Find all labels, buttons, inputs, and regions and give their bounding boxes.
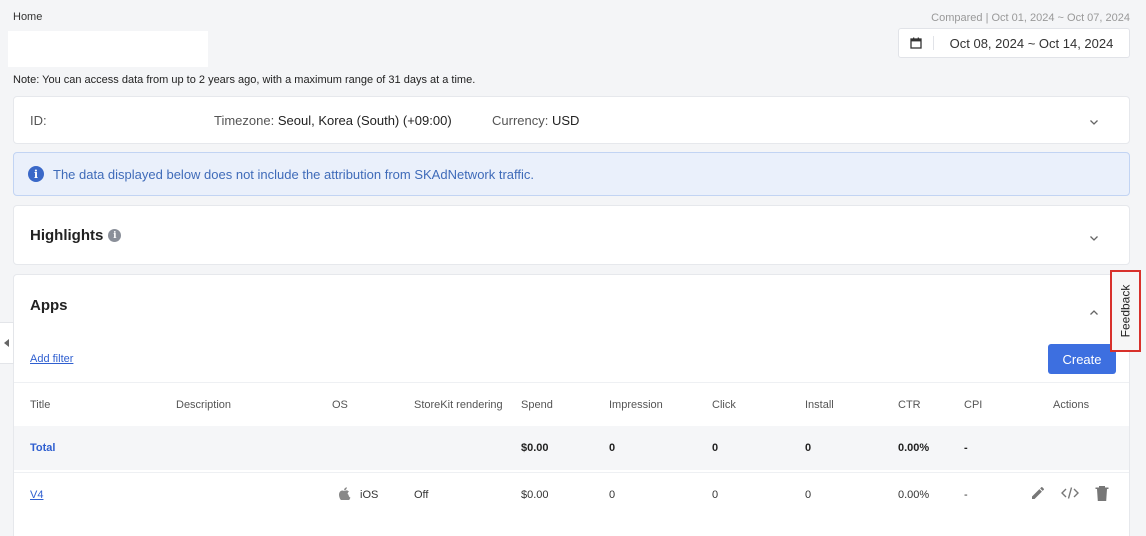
column-header-os[interactable]: OS bbox=[332, 383, 348, 426]
total-spend: $0.00 bbox=[521, 442, 549, 454]
highlights-title: Highlights i bbox=[30, 227, 122, 244]
total-ctr: 0.00% bbox=[898, 442, 930, 454]
total-install: 0 bbox=[805, 442, 812, 454]
add-filter-link[interactable]: Add filter bbox=[30, 353, 73, 365]
total-title: Total bbox=[30, 442, 56, 454]
column-header-spend[interactable]: Spend bbox=[521, 383, 553, 426]
app-cpi: - bbox=[964, 488, 968, 501]
total-cpi: - bbox=[964, 442, 968, 454]
highlights-title-text: Highlights bbox=[30, 227, 104, 244]
sidebar-toggle[interactable] bbox=[0, 322, 14, 364]
timezone: Timezone: Seoul, Korea (South) (+09:00) bbox=[214, 113, 492, 128]
edit-icon[interactable] bbox=[1030, 485, 1046, 504]
column-header-description[interactable]: Description bbox=[176, 383, 231, 426]
column-header-actions: Actions bbox=[1053, 398, 1090, 411]
app-ctr: 0.00% bbox=[898, 488, 930, 501]
app-install: 0 bbox=[805, 488, 812, 501]
column-header-storekit[interactable]: StoreKit rendering bbox=[414, 383, 503, 426]
feedback-tab[interactable]: Feedback bbox=[1110, 270, 1141, 352]
skadnetwork-info-banner: i The data displayed below does not incl… bbox=[13, 152, 1130, 196]
banner-text: The data displayed below does not includ… bbox=[53, 166, 535, 182]
trash-icon[interactable] bbox=[1094, 484, 1110, 505]
app-os-label: iOS bbox=[360, 488, 379, 501]
compared-range: Compared | Oct 01, 2024 ~ Oct 07, 2024 bbox=[931, 12, 1130, 24]
table-row-total: Total $0.00 0 0 0 0.00% - bbox=[14, 426, 1129, 470]
apps-card: Apps Add filter Create Title Description… bbox=[13, 274, 1130, 536]
create-button[interactable]: Create bbox=[1048, 344, 1116, 374]
timezone-value: Seoul, Korea (South) (+09:00) bbox=[277, 112, 452, 128]
column-header-click[interactable]: Click bbox=[712, 383, 736, 426]
calendar-icon bbox=[899, 36, 934, 50]
app-title-link[interactable]: V4 bbox=[30, 473, 43, 516]
currency: Currency: USD bbox=[492, 113, 579, 128]
column-header-cpi[interactable]: CPI bbox=[964, 383, 982, 426]
feedback-label: Feedback bbox=[1118, 284, 1133, 338]
app-spend: $0.00 bbox=[521, 488, 549, 501]
column-header-install[interactable]: Install bbox=[805, 383, 834, 426]
chevron-up-icon[interactable] bbox=[1089, 305, 1099, 315]
caret-left-icon bbox=[3, 334, 10, 352]
app-click: 0 bbox=[712, 488, 719, 501]
breadcrumb[interactable]: Home bbox=[13, 11, 42, 23]
app-impression: 0 bbox=[609, 488, 616, 501]
highlights-card[interactable]: Highlights i bbox=[13, 205, 1130, 265]
currency-label: Currency: bbox=[492, 112, 549, 128]
column-header-impression[interactable]: Impression bbox=[609, 383, 663, 426]
account-id: ID: bbox=[30, 113, 214, 128]
timezone-label: Timezone: bbox=[214, 112, 275, 128]
code-icon[interactable] bbox=[1060, 485, 1080, 504]
app-os: iOS bbox=[338, 473, 379, 516]
currency-value: USD bbox=[551, 112, 580, 128]
row-actions bbox=[1030, 473, 1110, 516]
info-icon: i bbox=[28, 166, 44, 182]
data-range-note: Note: You can access data from up to 2 y… bbox=[13, 74, 476, 86]
table-header: Title Description OS StoreKit rendering … bbox=[14, 382, 1129, 426]
info-icon[interactable]: i bbox=[108, 229, 122, 242]
app-storekit: Off bbox=[414, 488, 429, 501]
id-label: ID: bbox=[30, 112, 47, 128]
date-range-picker[interactable]: Oct 08, 2024 ~ Oct 14, 2024 bbox=[898, 28, 1130, 58]
apple-icon bbox=[338, 486, 351, 503]
chevron-down-icon[interactable] bbox=[1089, 115, 1099, 125]
account-info-card[interactable]: ID: Timezone: Seoul, Korea (South) (+09:… bbox=[13, 96, 1130, 144]
total-impression: 0 bbox=[609, 442, 616, 454]
apps-title: Apps bbox=[30, 297, 68, 314]
total-click: 0 bbox=[712, 442, 719, 454]
column-header-title[interactable]: Title bbox=[30, 383, 50, 426]
chevron-down-icon[interactable] bbox=[1089, 230, 1099, 241]
page-title-block bbox=[8, 31, 208, 67]
table-row: V4 iOS Off $0.00 0 0 0 0.00% - bbox=[14, 472, 1129, 516]
column-header-ctr[interactable]: CTR bbox=[898, 383, 921, 426]
date-range-value: Oct 08, 2024 ~ Oct 14, 2024 bbox=[949, 35, 1114, 51]
